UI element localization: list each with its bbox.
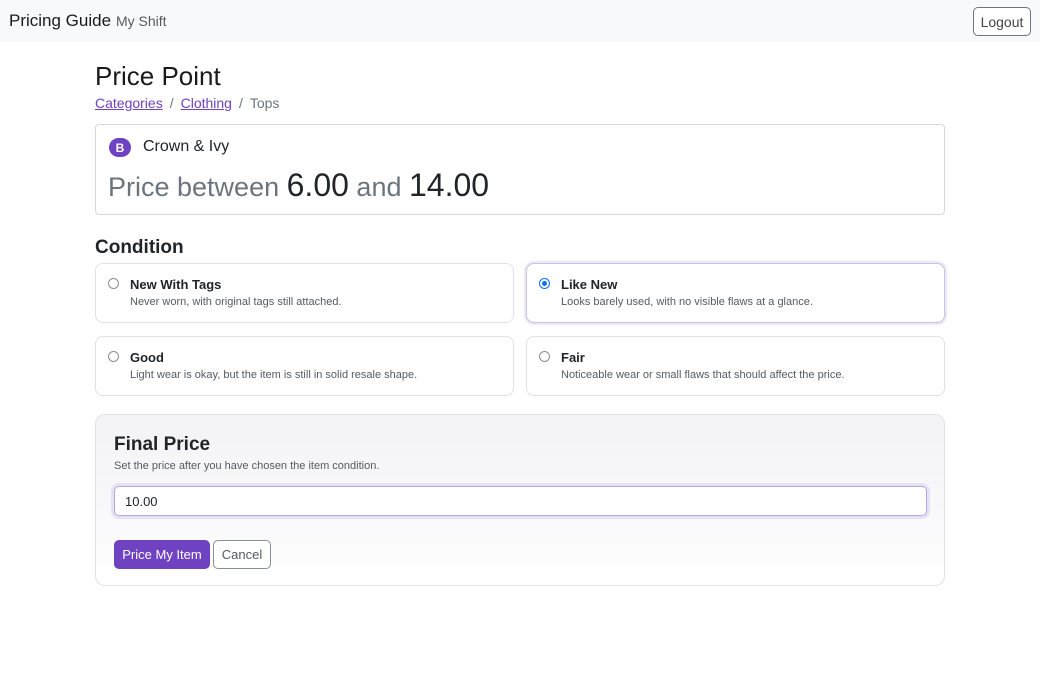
breadcrumb-link-clothing[interactable]: Clothing [181, 95, 232, 111]
condition-option-title: Like New [561, 277, 618, 292]
price-range-min: 6.00 [286, 167, 349, 203]
logout-button[interactable]: Logout [973, 7, 1031, 36]
brand-name: Crown & Ivy [143, 138, 230, 155]
price-range-max: 14.00 [409, 167, 490, 203]
breadcrumb-separator: / [238, 95, 243, 111]
final-price-heading: Final Price [114, 434, 211, 455]
condition-option-good[interactable]: Good Light wear is okay, but the item is… [95, 336, 514, 396]
condition-option-title: Fair [561, 350, 585, 365]
nav-link-my-shift[interactable]: My Shift [116, 13, 167, 29]
condition-option-title: Good [130, 350, 164, 365]
breadcrumb-separator: / [169, 95, 174, 111]
breadcrumb-link-categories[interactable]: Categories [95, 95, 163, 111]
breadcrumb-current: Tops [249, 95, 280, 111]
final-price-input[interactable] [114, 486, 927, 516]
condition-option-title: New With Tags [130, 277, 222, 292]
radio-button[interactable] [108, 351, 119, 362]
condition-option-new-with-tags[interactable]: New With Tags Never worn, with original … [95, 263, 514, 323]
radio-button[interactable] [108, 278, 119, 289]
price-range-prefix: Price between [108, 172, 280, 202]
final-price-subtitle: Set the price after you have chosen the … [114, 460, 380, 472]
brand-badge: B [109, 138, 131, 157]
price-range-joiner: and [356, 172, 402, 202]
condition-option-description: Noticeable wear or small flaws that shou… [561, 369, 845, 381]
final-price-panel: Final Price Set the price after you have… [95, 414, 945, 586]
navbar-brand[interactable]: Pricing Guide [9, 11, 111, 31]
navbar: Pricing Guide My Shift Logout [0, 0, 1040, 42]
condition-option-fair[interactable]: Fair Noticeable wear or small flaws that… [526, 336, 945, 396]
condition-heading: Condition [95, 237, 184, 258]
condition-option-description: Light wear is okay, but the item is stil… [130, 369, 418, 381]
radio-button-checked[interactable] [539, 278, 550, 289]
condition-option-like-new[interactable]: Like New Looks barely used, with no visi… [526, 263, 945, 323]
price-my-item-button[interactable]: Price My Item [114, 540, 210, 569]
price-range: Price between 6.00 and 14.00 [108, 167, 489, 204]
breadcrumb: Categories / Clothing / Tops [95, 95, 279, 111]
brand-card: B Crown & Ivy Price between 6.00 and 14.… [95, 124, 945, 215]
condition-option-description: Looks barely used, with no visible flaws… [561, 296, 813, 308]
condition-option-description: Never worn, with original tags still att… [130, 296, 342, 308]
cancel-button[interactable]: Cancel [213, 540, 271, 569]
page-title: Price Point [95, 61, 221, 91]
radio-button[interactable] [539, 351, 550, 362]
